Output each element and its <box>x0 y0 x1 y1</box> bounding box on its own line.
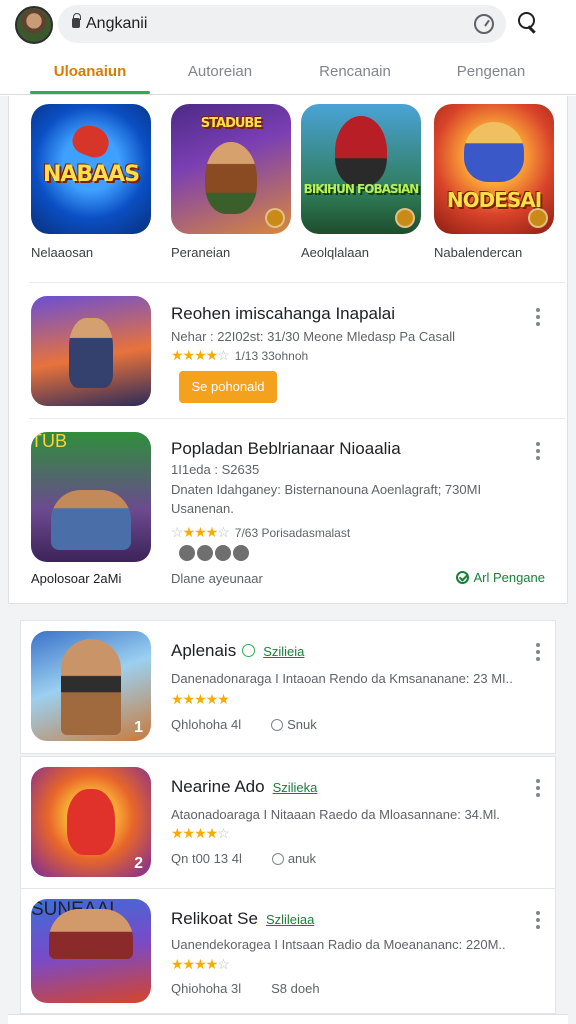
verified-badge[interactable]: Szlileiaa <box>266 912 314 927</box>
tab-autoreian[interactable]: Autoreian <box>160 63 280 80</box>
tile-art <box>464 122 524 182</box>
divider <box>29 418 565 419</box>
card-description: Ataonadoaraga I Nitaaan Raedo da Mloasan… <box>171 807 500 822</box>
tile-art-text: STADUBE <box>200 116 262 131</box>
card-title-text: Aplenais <box>171 641 237 660</box>
tab-pengenan[interactable]: Pengenan <box>431 63 551 80</box>
app-thumbnail[interactable]: 2 <box>31 767 151 877</box>
history-clock-icon[interactable] <box>474 14 494 34</box>
list-item-description: Usanenan. <box>171 501 234 516</box>
platform-icon <box>179 545 195 561</box>
card-footer: Qn t00 13 4l anuk <box>171 851 316 866</box>
card-title-text: Relikoat Se <box>171 909 258 928</box>
list-item-caption: Apolosoar 2aMi <box>31 571 122 586</box>
lock-icon <box>72 13 81 28</box>
list-item-title[interactable]: Reohen imiscahanga Inapalai <box>171 304 395 324</box>
app-tile[interactable]: BIKIHUN FOBASIAN <box>301 104 421 234</box>
tab-rencanain[interactable]: Rencanain <box>295 63 415 80</box>
card-title-text: Nearine Ado <box>171 777 265 796</box>
avatar[interactable] <box>15 6 53 44</box>
verified-label: Arl Pengane <box>473 570 545 585</box>
verified-icon <box>242 644 256 657</box>
card-description: Danenadonaraga I Intaoan Rendo da Kmsana… <box>171 671 513 686</box>
more-options-icon[interactable] <box>535 442 541 464</box>
app-tile[interactable]: NODESAI <box>434 104 554 234</box>
next-card-edge <box>8 1014 568 1024</box>
tile-art-text: BIKIHUN FOBASIAN <box>303 182 420 196</box>
app-thumbnail[interactable]: SUNEAAI <box>31 899 151 1003</box>
app-card[interactable]: 2 Nearine Ado Szilieka Ataonadoaraga I Ni… <box>20 756 556 890</box>
tile-badge <box>528 208 548 228</box>
verified-badge[interactable]: Szilieka <box>273 780 318 795</box>
verified-check-icon <box>456 571 470 584</box>
tile-label[interactable]: Nelaaosan <box>31 245 161 260</box>
more-options-icon[interactable] <box>535 308 541 330</box>
rating-stars: ★★★★☆ <box>171 956 230 972</box>
tile-badge <box>395 208 415 228</box>
tile-label[interactable]: Nabalendercan <box>434 245 564 260</box>
search-bar[interactable]: Angkanii <box>58 5 506 43</box>
rating-suffix: 7/63 Porisadasmalast <box>234 526 351 540</box>
rating-stars: ★★★★☆ 1/13 33ohnoh <box>171 347 309 363</box>
list-item-meta: Nehar : 22I02st: 31/30 Meone Mledasp Pa … <box>171 329 456 344</box>
search-query[interactable]: Angkanii <box>86 15 147 33</box>
app-card[interactable]: SUNEAAI Relikoat Se Szlileiaa Uanendekora… <box>20 888 556 1014</box>
card-footer: Qhiohoha 3l S8 doeh <box>171 981 320 996</box>
tile-art <box>335 116 387 186</box>
card-footer-left: Qhlohoha 4l <box>171 717 242 732</box>
card-footer-right: anuk <box>287 851 317 866</box>
tile-badge <box>265 208 285 228</box>
active-tab-indicator <box>30 91 150 94</box>
app-tile[interactable]: STADUBE <box>171 104 291 234</box>
list-item-meta: 1I1eda : S2635 <box>171 462 260 477</box>
card-corner-number: 1 <box>134 719 143 736</box>
install-button[interactable]: Se pohonald <box>179 371 277 403</box>
app-thumbnail[interactable]: 1 <box>31 631 151 741</box>
card-corner-number: 2 <box>134 855 143 872</box>
more-options-icon[interactable] <box>535 911 541 933</box>
rating-stars: ★★★★★ <box>171 691 230 707</box>
tile-art-text: TUB <box>31 432 67 451</box>
list-item-title[interactable]: Popladan Beblrianaar Nioaalia <box>171 439 401 459</box>
rating-suffix: 1/13 33ohnoh <box>234 349 309 363</box>
card-title[interactable]: Relikoat Se Szlileiaa <box>171 909 314 929</box>
divider <box>29 282 565 283</box>
featured-panel: NABAAS Nelaaosan STADUBE Peraneian BIKIH… <box>8 96 568 604</box>
more-options-icon[interactable] <box>535 643 541 665</box>
download-icon <box>271 719 284 731</box>
app-card[interactable]: 1 Aplenais Szilieia Danenadonaraga I Inta… <box>20 620 556 754</box>
tile-label[interactable]: Peraneian <box>171 245 301 260</box>
app-thumbnail[interactable]: TUB <box>31 432 151 562</box>
tile-art <box>205 142 257 214</box>
rating-stars: ★★★★☆ <box>171 825 230 841</box>
card-title[interactable]: Aplenais Szilieia <box>171 641 304 661</box>
tab-uloanaiun[interactable]: Uloanaiun <box>30 63 150 80</box>
card-footer-left: Qn t00 13 4l <box>171 851 242 866</box>
platform-chips <box>179 545 251 561</box>
download-icon <box>271 853 284 865</box>
card-description: Uanendekoragea I Intsaan Radio da Moeana… <box>171 937 506 952</box>
more-options-icon[interactable] <box>535 779 541 801</box>
verified-link[interactable]: Arl Pengane <box>456 570 545 585</box>
card-footer: Qhlohoha 4l Snuk <box>171 717 317 732</box>
tile-label[interactable]: Aeolqlalaan <box>301 245 431 260</box>
platform-icon <box>215 545 231 561</box>
tile-art-text: NABAAS <box>42 162 140 187</box>
search-icon[interactable] <box>515 10 541 36</box>
card-footer-left: Qhiohoha 3l <box>171 981 242 996</box>
list-item-subcaption: Dlane ayeunaar <box>171 571 263 586</box>
app-tile[interactable]: NABAAS <box>31 104 151 234</box>
tile-art <box>68 120 114 162</box>
list-item-description: Dnaten Idahganey: Bisternanouna Aoenlagr… <box>171 482 482 497</box>
tab-bar: Uloanaiun Autoreian Rencanain Pengenan <box>0 55 576 95</box>
card-footer-right: Snuk <box>287 717 317 732</box>
app-header: Angkanii Uloanaiun Autoreian Rencanain P… <box>0 0 576 96</box>
verified-badge[interactable]: Szilieia <box>263 644 304 659</box>
app-thumbnail[interactable] <box>31 296 151 406</box>
platform-icon <box>233 545 249 561</box>
card-title[interactable]: Nearine Ado Szilieka <box>171 777 317 797</box>
card-footer-right: S8 doeh <box>271 981 320 996</box>
platform-icon <box>197 545 213 561</box>
